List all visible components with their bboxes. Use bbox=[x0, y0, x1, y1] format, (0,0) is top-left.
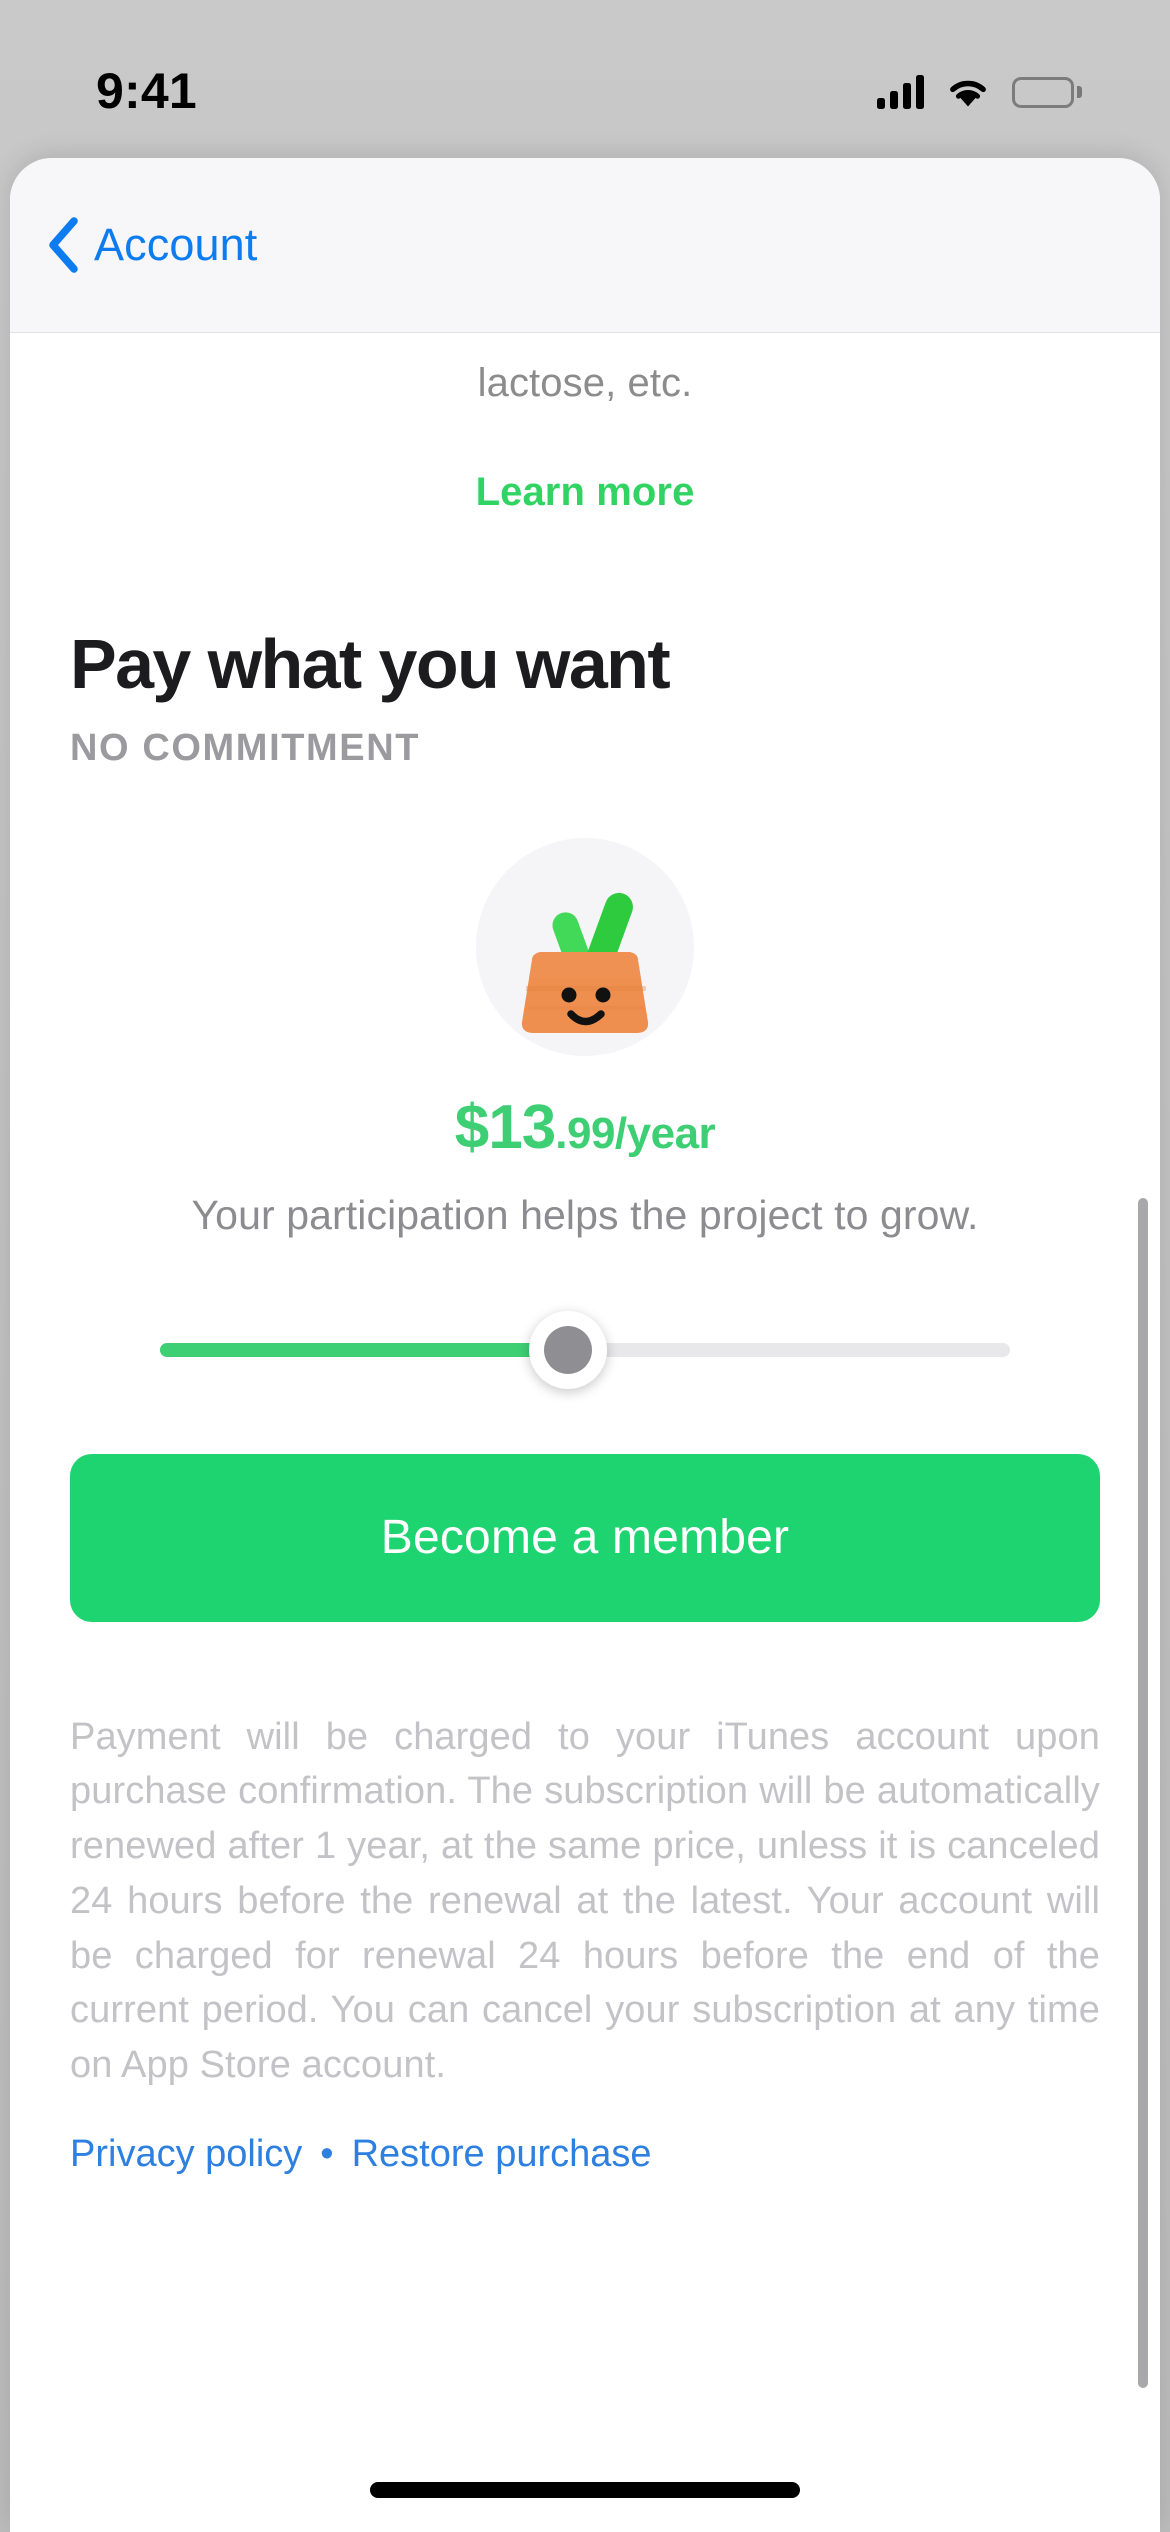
page-subtitle: NO COMMITMENT bbox=[70, 727, 421, 770]
price-cents-period: .99/year bbox=[555, 1109, 716, 1159]
mascot-circle-background bbox=[476, 838, 694, 1057]
modal-sheet: Account lactose, etc. Learn more Pay wha… bbox=[10, 158, 1160, 2532]
price-amount: $13 bbox=[454, 1093, 556, 1163]
mascot-container bbox=[70, 838, 1100, 1057]
chevron-left-icon bbox=[46, 217, 80, 273]
scroll-content[interactable]: lactose, etc. Learn more Pay what you wa… bbox=[10, 361, 1160, 2532]
price-slider[interactable] bbox=[70, 1304, 1100, 1396]
legal-disclaimer: Payment will be charged to your iTunes a… bbox=[70, 1715, 1100, 2086]
restore-purchase-link[interactable]: Restore purchase bbox=[352, 2133, 652, 2176]
status-bar-time: 9:41 bbox=[96, 63, 197, 119]
scrollbar-thumb[interactable] bbox=[1138, 1198, 1148, 2388]
wifi-icon bbox=[946, 75, 990, 109]
home-indicator[interactable] bbox=[370, 2482, 800, 2498]
page-title: Pay what you want bbox=[70, 625, 671, 703]
back-button-label: Account bbox=[94, 219, 258, 270]
iphone-screen: 9:41 Account lactose, etc. Learn more Pa… bbox=[0, 0, 1170, 2532]
price-description: Your participation helps the project to … bbox=[191, 1192, 979, 1239]
status-bar: 9:41 bbox=[0, 0, 1170, 160]
privacy-policy-link[interactable]: Privacy policy bbox=[70, 2133, 302, 2176]
slider-fill bbox=[160, 1342, 568, 1357]
become-member-button[interactable]: Become a member bbox=[70, 1453, 1100, 1622]
footer-links: Privacy policy • Restore purchase bbox=[70, 2133, 1100, 2176]
learn-more-link[interactable]: Learn more bbox=[70, 470, 1100, 515]
carrot-mascot-icon bbox=[476, 838, 694, 1056]
slider-thumb[interactable] bbox=[529, 1310, 607, 1389]
price-display: $13 .99/year bbox=[70, 1092, 1100, 1163]
cellular-signal-icon bbox=[877, 75, 924, 109]
battery-full-icon bbox=[1012, 76, 1082, 108]
status-bar-icons bbox=[877, 75, 1082, 109]
navigation-bar: Account bbox=[10, 158, 1160, 333]
slider-thumb-inner bbox=[544, 1325, 592, 1374]
footer-separator: • bbox=[320, 2132, 334, 2175]
clipped-paragraph-text: lactose, etc. bbox=[477, 361, 693, 405]
back-button[interactable]: Account bbox=[36, 211, 267, 279]
slider-track[interactable] bbox=[160, 1310, 1010, 1389]
